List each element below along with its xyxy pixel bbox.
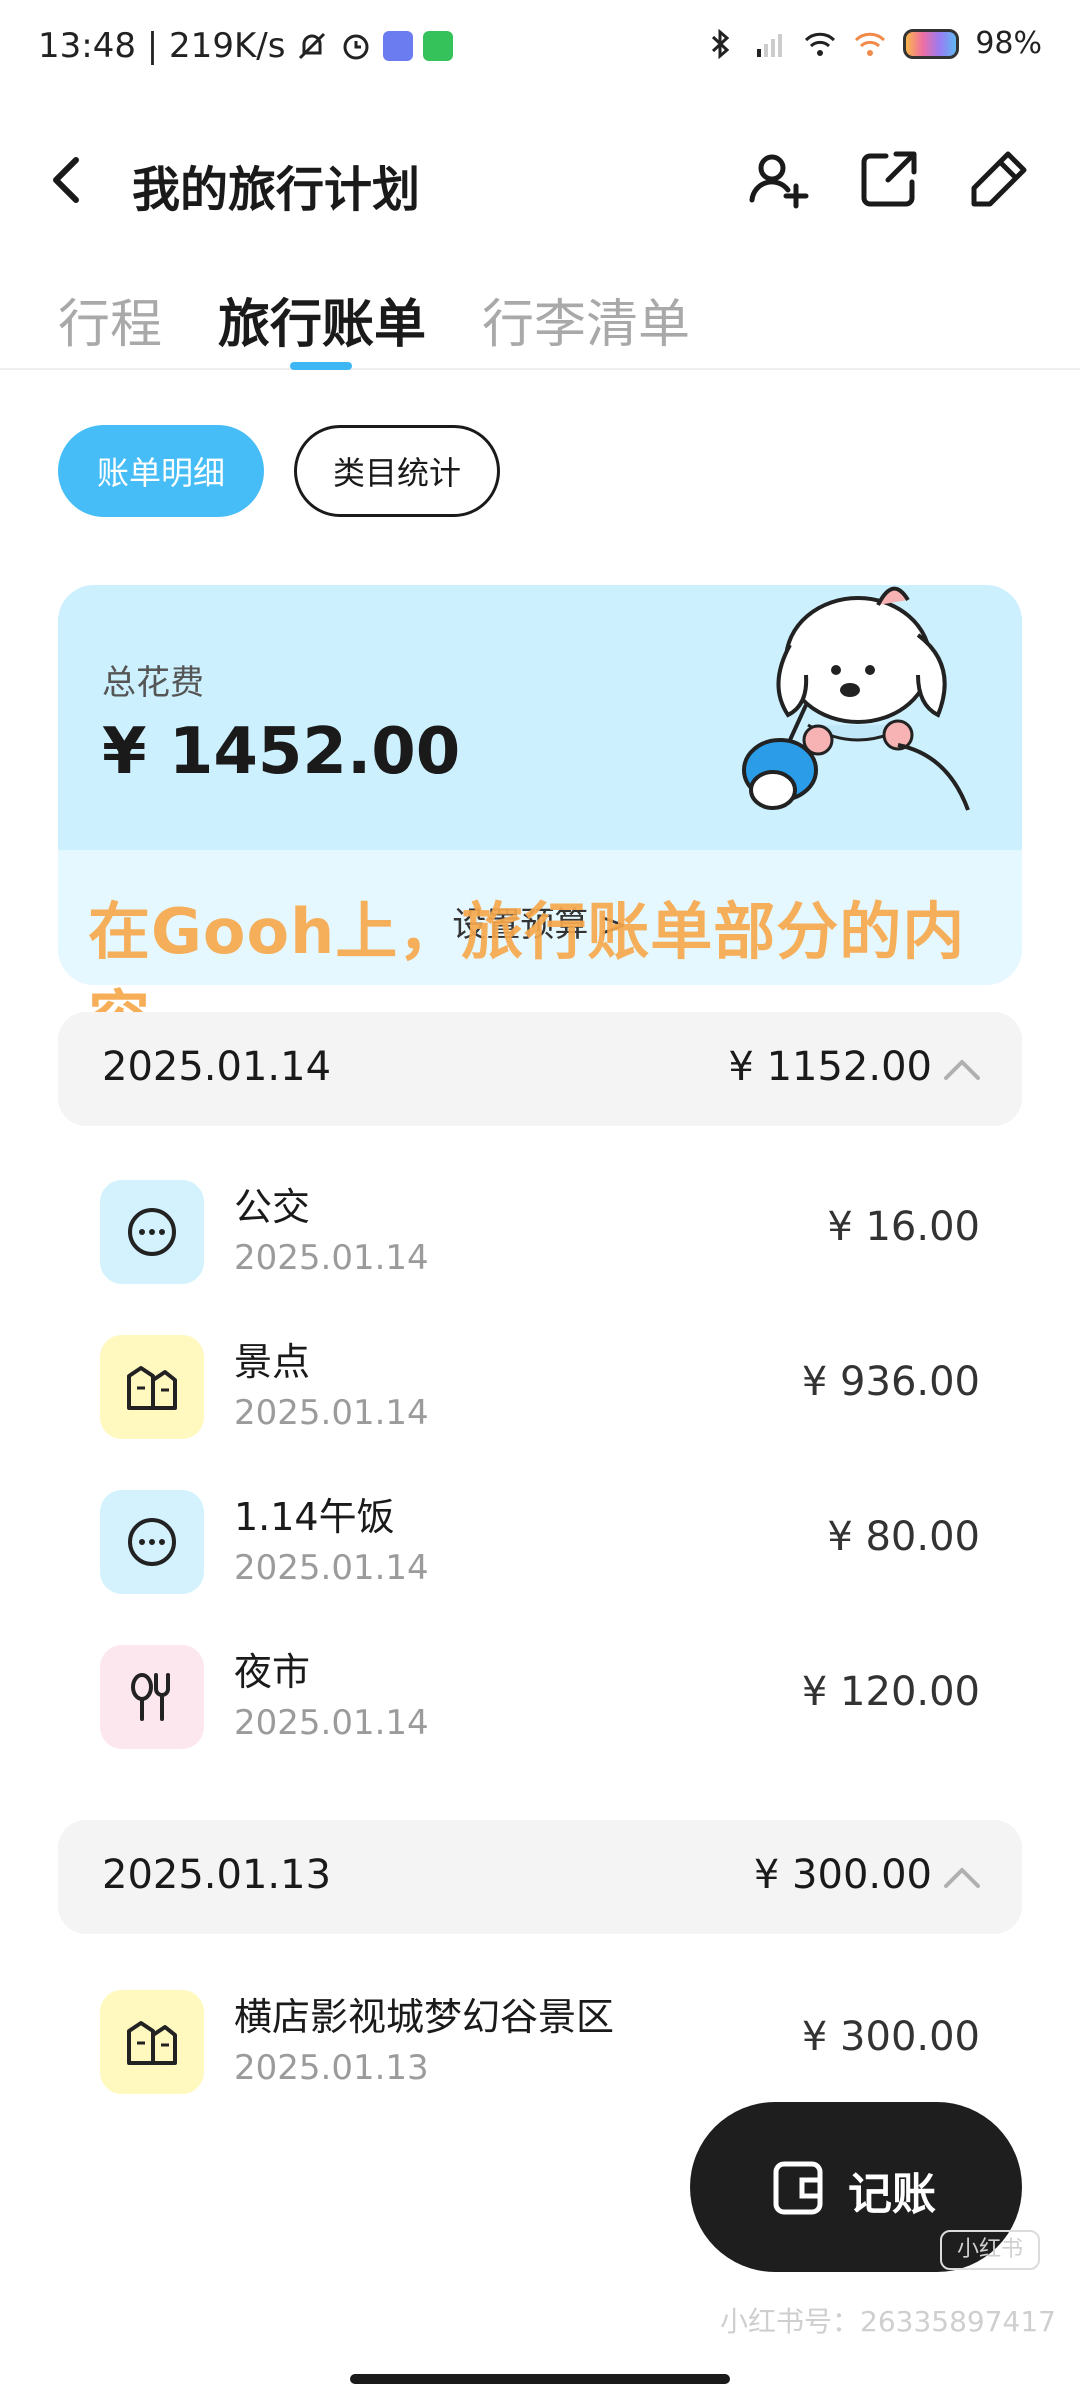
expense-name: 公交 — [234, 1185, 311, 1229]
wifi-hotspot-icon — [855, 32, 886, 56]
expense-category-icon-bg — [100, 1990, 204, 2094]
more-dots-icon — [128, 1208, 176, 1256]
expense-date: 2025.01.14 — [234, 1548, 429, 1588]
status-right: 98% — [703, 26, 1042, 61]
attraction-icon — [127, 2021, 177, 2065]
day-total: ¥ 1152.00 — [728, 1044, 932, 1090]
chevron-up-icon[interactable] — [942, 1054, 982, 1082]
edit-pencil-icon[interactable] — [966, 146, 1032, 212]
expense-amount: ¥ 120.00 — [801, 1669, 980, 1715]
alarm-icon — [343, 34, 369, 60]
expense-amount: ¥ 936.00 — [801, 1359, 980, 1405]
expense-category-icon-bg — [100, 1180, 204, 1284]
status-left: 13:48 | 219K/s — [38, 26, 454, 66]
total-spend-value: ¥ 1452.00 — [102, 715, 461, 789]
expense-date: 2025.01.13 — [234, 2048, 429, 2088]
expense-item[interactable]: 夜市 2025.01.14 ¥ 120.00 — [100, 1635, 980, 1765]
tab-itinerary[interactable]: 行程 — [58, 282, 162, 357]
add-expense-label: 记账 — [848, 2169, 936, 2220]
expense-category-icon-bg — [100, 1490, 204, 1594]
more-dots-icon — [128, 1518, 176, 1566]
wifi-icon — [805, 32, 836, 56]
expense-name: 1.14午饭 — [234, 1495, 395, 1539]
add-member-icon[interactable] — [746, 146, 812, 212]
day-header-2025-01-14[interactable]: 2025.01.14 ¥ 1152.00 — [58, 1012, 1022, 1126]
expense-item[interactable]: 1.14午饭 2025.01.14 ¥ 80.00 — [100, 1480, 980, 1610]
tab-travel-bill[interactable]: 旅行账单 — [218, 282, 426, 357]
expense-date: 2025.01.14 — [234, 1393, 429, 1433]
chevron-up-icon[interactable] — [942, 1862, 982, 1890]
day-date: 2025.01.13 — [102, 1852, 332, 1898]
battery-level: 98% — [975, 26, 1042, 61]
watermark: 小红书 小红书号：26335897417 — [720, 2230, 1056, 2340]
status-time-speed: 13:48 | 219K/s — [38, 26, 286, 66]
home-indicator[interactable] — [350, 2374, 730, 2384]
back-arrow-icon[interactable] — [42, 150, 92, 210]
expense-amount: ¥ 80.00 — [827, 1514, 980, 1560]
expense-amount: ¥ 16.00 — [827, 1204, 980, 1250]
wallet-icon — [773, 2161, 823, 2215]
day-total: ¥ 300.00 — [753, 1852, 932, 1898]
day-date: 2025.01.14 — [102, 1044, 332, 1090]
status-bar: 13:48 | 219K/s 98% — [0, 0, 1080, 100]
bill-detail-chip[interactable]: 账单明细 — [58, 425, 264, 517]
day-header-2025-01-13[interactable]: 2025.01.13 ¥ 300.00 — [58, 1820, 1022, 1934]
tab-packing-list[interactable]: 行李清单 — [482, 282, 690, 357]
expense-date: 2025.01.14 — [234, 1703, 429, 1743]
signal-icon — [757, 33, 783, 57]
attraction-icon — [127, 1366, 177, 1410]
wechat-icon — [423, 31, 454, 61]
puppy-mascot-illustration — [742, 586, 970, 811]
share-icon[interactable] — [856, 146, 922, 212]
category-stats-chip[interactable]: 类目统计 — [294, 425, 500, 517]
expense-date: 2025.01.14 — [234, 1238, 429, 1278]
food-icon — [131, 1673, 170, 1721]
expense-name: 横店影视城梦幻谷景区 — [234, 1995, 615, 2039]
app-notification-icon — [383, 31, 414, 61]
expense-name: 夜市 — [234, 1650, 311, 1694]
app-header: 我的旅行计划 — [0, 120, 1080, 240]
expense-amount: ¥ 300.00 — [801, 2014, 980, 2060]
watermark-badge: 小红书 — [940, 2230, 1040, 2270]
expense-item[interactable]: 景点 2025.01.14 ¥ 936.00 — [100, 1325, 980, 1455]
bell-muted-icon — [299, 32, 326, 60]
expense-name: 景点 — [234, 1340, 311, 1384]
bluetooth-icon — [712, 28, 730, 59]
tab-bar: 行程 旅行账单 行李清单 — [0, 270, 1080, 370]
expense-category-icon-bg — [100, 1645, 204, 1749]
expense-category-icon-bg — [100, 1335, 204, 1439]
watermark-text: 小红书号：26335897417 — [720, 2305, 1056, 2338]
total-spend-label: 总花费 — [102, 663, 204, 703]
tab-active-indicator — [290, 362, 352, 370]
expense-item[interactable]: 公交 2025.01.14 ¥ 16.00 — [100, 1170, 980, 1300]
battery-icon — [903, 28, 960, 59]
expense-item[interactable]: 横店影视城梦幻谷景区 2025.01.13 ¥ 300.00 — [100, 1980, 980, 2110]
page-title: 我的旅行计划 — [132, 162, 421, 218]
